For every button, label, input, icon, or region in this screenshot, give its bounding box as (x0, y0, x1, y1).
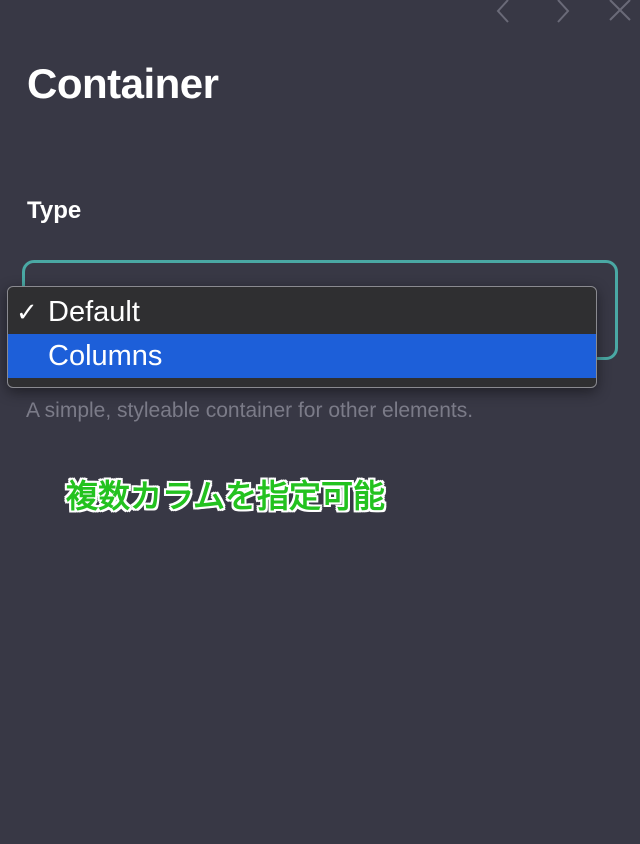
type-label: Type (27, 197, 82, 224)
annotation-callout: 複数カラムを指定可能 (66, 477, 386, 515)
chevron-left-icon (496, 0, 509, 23)
option-label: Default (48, 296, 140, 328)
type-description: A simple, styleable container for other … (26, 399, 474, 422)
option-label: Columns (48, 340, 163, 372)
prev-button[interactable] (492, 0, 516, 24)
type-dropdown-menu[interactable]: ✓ Default Columns (7, 286, 597, 388)
checkmark-icon: ✓ (16, 297, 38, 327)
close-button[interactable] (608, 0, 632, 24)
panel-title: Container (27, 60, 219, 107)
option-columns[interactable]: Columns (8, 334, 596, 378)
chevron-right-icon (557, 0, 570, 23)
option-default[interactable]: ✓ Default (8, 290, 596, 334)
close-icon (609, 0, 631, 21)
next-button[interactable] (552, 0, 576, 24)
